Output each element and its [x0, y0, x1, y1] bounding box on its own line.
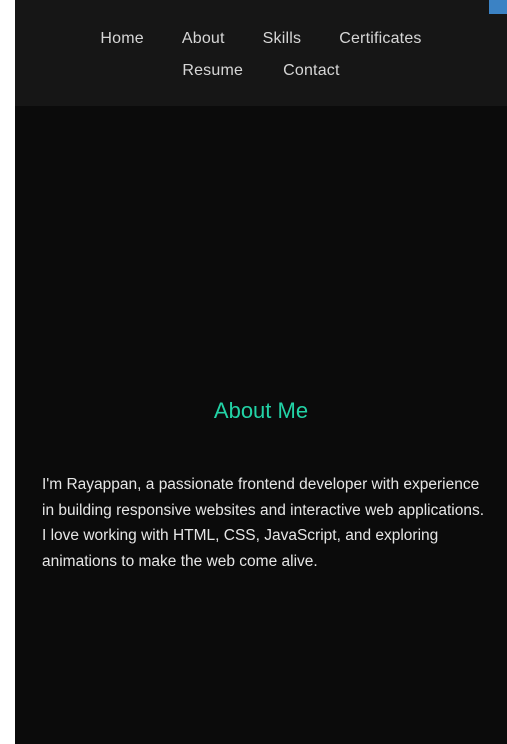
page: Home About Skills Certificates Resume Co… — [15, 0, 507, 744]
nav-link-home[interactable]: Home — [100, 30, 143, 48]
nav-link-certificates[interactable]: Certificates — [339, 30, 421, 48]
nav-link-contact[interactable]: Contact — [283, 62, 340, 80]
nav-row-primary: Home About Skills Certificates — [15, 30, 507, 48]
about-title: About Me — [213, 398, 309, 424]
nav-link-resume[interactable]: Resume — [182, 62, 243, 80]
about-description: I'm Rayappan, a passionate frontend deve… — [42, 476, 485, 570]
nav-link-about[interactable]: About — [182, 30, 225, 48]
nav-row-secondary: Resume Contact — [15, 62, 507, 80]
corner-accent — [489, 0, 507, 14]
nav-link-skills[interactable]: Skills — [263, 30, 302, 48]
navbar: Home About Skills Certificates Resume Co… — [15, 0, 507, 106]
